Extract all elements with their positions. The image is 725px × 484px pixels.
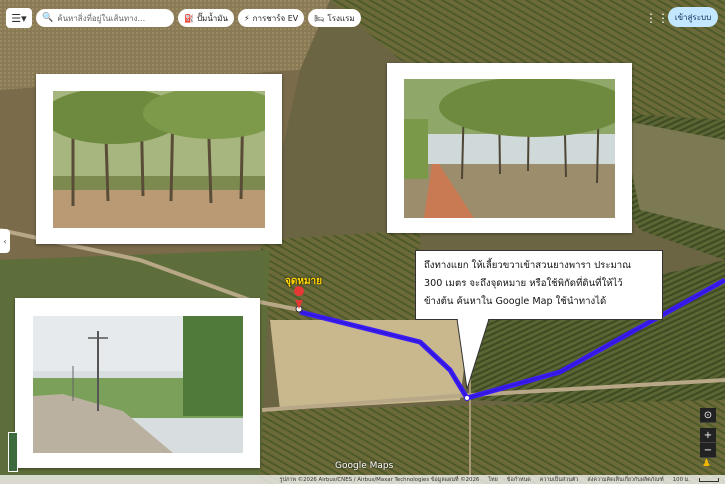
google-maps-logo: Google Maps	[335, 461, 394, 471]
chevron-left-icon: ‹	[3, 236, 7, 246]
scale-label[interactable]: 100 ม.	[673, 476, 690, 484]
photo-rubber-plantation-1-image	[53, 91, 265, 228]
photo-road-junction[interactable]	[15, 298, 260, 468]
locate-icon: ⊙	[703, 409, 713, 421]
destination-label: จุดหมาย	[285, 276, 323, 287]
callout-line-3: ข้างต้น ค้นหาใน Google Map ใช้นำทางได้	[424, 296, 607, 307]
search-icon: 🔍	[42, 13, 54, 23]
menu-button[interactable]: ☰▾	[6, 8, 32, 28]
menu-icon: ☰▾	[11, 11, 27, 25]
photo-rubber-plantation-1[interactable]	[36, 74, 282, 244]
chip-fuel-label: ปั๊มน้ำมัน	[196, 13, 229, 23]
chip-hotel[interactable]: 🛏 โรงแรม	[308, 9, 361, 27]
search-input[interactable]: 🔍 ค้นหาสิ่งที่อยู่ในเส้นทาง...	[36, 9, 174, 27]
collapse-panel-button[interactable]: ‹	[0, 229, 10, 253]
ev-charger-icon: ⚡	[244, 13, 250, 23]
scale-bar	[699, 477, 719, 482]
photo-road-junction-image	[33, 316, 243, 453]
satellite-map[interactable]: จุดหมาย ถึงทางแยก ให้เลี้ยวขวาเข้าสวนยาง…	[0, 0, 725, 484]
photo-rubber-plantation-road[interactable]	[387, 63, 632, 233]
zoom-out-button[interactable]: −	[700, 443, 716, 458]
chip-ev-label: การชาร์จ EV	[252, 13, 299, 23]
callout-line-1: ถึงทางแยก ให้เลี้ยวขวาเข้าสวนยางพารา ประ…	[424, 260, 632, 271]
imagery-attribution: รูปภาพ ©2026 Airbus/CNES / Airbus/Maxar …	[279, 476, 480, 483]
zoom-in-button[interactable]: +	[700, 428, 716, 443]
footer-link-terms[interactable]: ข้อกำหนด	[507, 476, 531, 484]
footer-link-language[interactable]: ไทย	[488, 476, 497, 484]
chip-ev-charging[interactable]: ⚡ การชาร์จ EV	[238, 9, 305, 27]
chip-hotel-label: โรงแรม	[327, 13, 355, 23]
footer-link-privacy[interactable]: ความเป็นส่วนตัว	[540, 476, 579, 484]
directions-callout: ถึงทางแยก ให้เลี้ยวขวาเข้าสวนยางพารา ประ…	[415, 250, 663, 320]
footer-link-feedback[interactable]: ส่งความคิดเห็นเกี่ยวกับผลิตภัณฑ์	[587, 476, 663, 484]
callout-line-2: 300 เมตร จะถึงจุดหมาย หรือใช้พิกัดที่ดิน…	[424, 278, 623, 289]
layers-thumbnail[interactable]	[8, 432, 18, 472]
hotel-icon: 🛏	[314, 13, 325, 23]
chip-fuel[interactable]: ⛽ ปั๊มน้ำมัน	[178, 9, 235, 27]
map-controls: ⊙ + −	[700, 408, 716, 458]
photo-rubber-plantation-road-image	[404, 79, 615, 218]
fuel-icon: ⛽	[184, 13, 194, 23]
search-placeholder: ค้นหาสิ่งที่อยู่ในเส้นทาง...	[57, 13, 146, 23]
map-footer: รูปภาพ ©2026 Airbus/CNES / Airbus/Maxar …	[0, 475, 725, 484]
top-toolbar: ☰▾ 🔍 ค้นหาสิ่งที่อยู่ในเส้นทาง... ⛽ ปั๊ม…	[6, 8, 361, 28]
sign-in-button[interactable]: เข้าสู่ระบบ	[668, 7, 718, 27]
my-location-button[interactable]: ⊙	[700, 408, 716, 423]
pegman-icon[interactable]: ♟	[702, 458, 712, 470]
callout-pointer	[456, 319, 490, 390]
